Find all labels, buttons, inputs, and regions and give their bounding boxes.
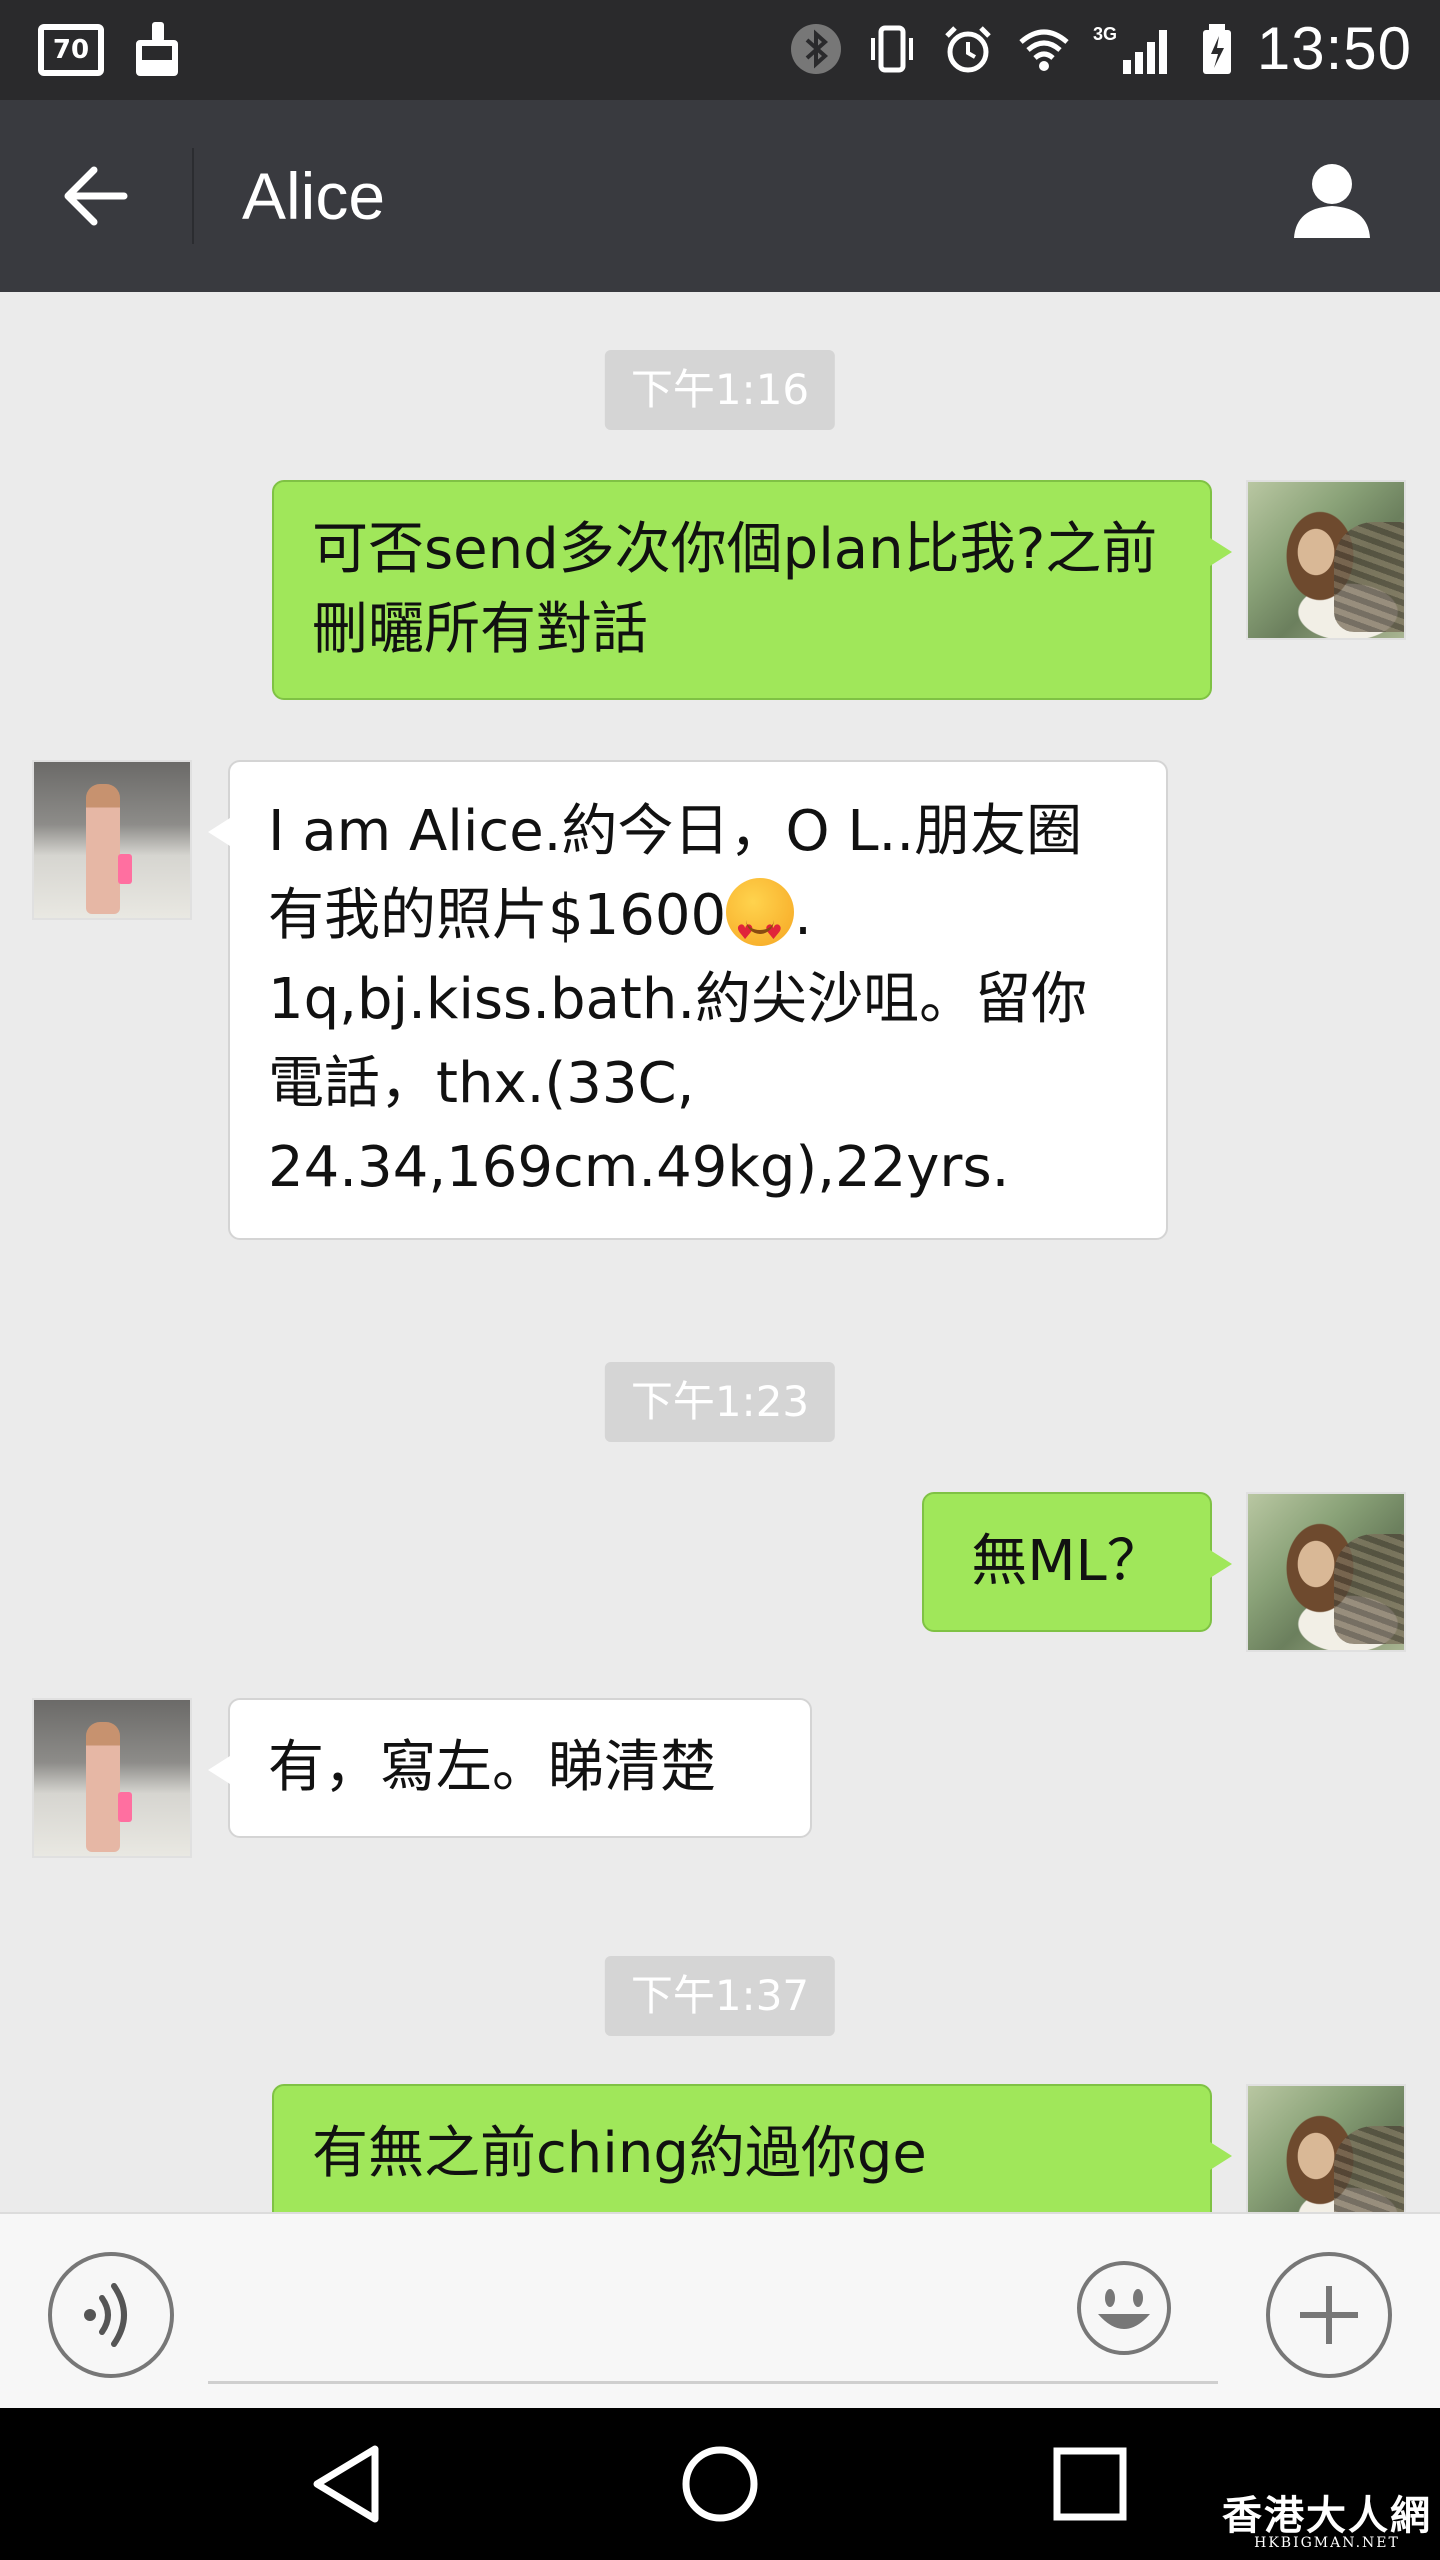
chat-info-button[interactable] <box>1284 150 1380 246</box>
chat-title: Alice <box>242 159 386 233</box>
battery-percent-badge: 70 <box>38 24 104 76</box>
vibrate-icon <box>865 22 919 76</box>
alarm-icon <box>941 22 995 76</box>
emoji-button[interactable] <box>1074 2258 1174 2358</box>
voice-wave-icon <box>84 2283 127 2347</box>
timestamp-chip: 下午1:37 <box>604 1956 836 2036</box>
watermark: 香港大人網 HKBIGMAN.NET <box>1222 2492 1432 2551</box>
my-avatar[interactable] <box>1246 2084 1406 2212</box>
message-text: I am Alice.約今日，O L..朋友圈有我的照片$1600 <box>268 799 1083 948</box>
contact-avatar[interactable] <box>32 1698 192 1858</box>
smiley-icon <box>1077 2261 1171 2355</box>
status-time: 13:50 <box>1256 15 1412 82</box>
message-text: 無ML？ <box>971 1529 1163 1594</box>
voice-input-button[interactable] <box>48 2252 174 2378</box>
timestamp-chip: 下午1:16 <box>604 350 836 430</box>
signal-3g-icon: 3G <box>1093 22 1177 76</box>
message-text: 有無之前ching約過你ge <box>312 2121 927 2186</box>
bluetooth-icon <box>789 22 843 76</box>
battery-charging-icon <box>1199 22 1235 76</box>
back-arrow-icon <box>64 166 128 226</box>
message-text: 可否send多次你個plan比我?之前刪曬所有對話 <box>312 517 1158 662</box>
status-bar: 70 3G 13:50 <box>0 0 1440 100</box>
timestamp-chip: 下午1:23 <box>604 1362 836 1442</box>
message-list[interactable]: 下午1:16 可否send多次你個plan比我?之前刪曬所有對話 I am Al… <box>0 292 1440 2212</box>
nav-home-button[interactable] <box>670 2434 770 2534</box>
cleaner-icon <box>134 22 180 78</box>
plus-icon <box>1300 2286 1358 2344</box>
circle-home-icon <box>682 2446 758 2522</box>
chat-header: Alice <box>0 100 1440 292</box>
nav-recents-button[interactable] <box>1040 2434 1140 2534</box>
my-avatar[interactable] <box>1246 1492 1406 1652</box>
outgoing-message[interactable]: 無ML？ <box>922 1492 1232 1632</box>
square-recents-icon <box>1053 2447 1127 2521</box>
message-text: 有，寫左。睇清楚 <box>268 1735 716 1800</box>
network-label: 3G <box>1093 24 1117 44</box>
system-nav-bar: 香港大人網 HKBIGMAN.NET <box>0 2408 1440 2560</box>
nav-back-button[interactable] <box>300 2434 400 2534</box>
contact-avatar[interactable] <box>32 760 192 920</box>
composer-bar <box>0 2212 1440 2408</box>
message-input[interactable] <box>208 2254 1218 2384</box>
my-avatar[interactable] <box>1246 480 1406 640</box>
back-button[interactable] <box>48 148 144 244</box>
outgoing-message[interactable]: 可否send多次你個plan比我?之前刪曬所有對話 <box>272 480 1232 700</box>
wifi-icon <box>1017 22 1071 76</box>
watermark-title: 香港大人網 <box>1222 2492 1432 2539</box>
outgoing-message[interactable]: 有無之前ching約過你ge <box>272 2084 1232 2212</box>
incoming-message[interactable]: 有，寫左。睇清楚 <box>208 1698 812 1838</box>
triangle-back-icon <box>313 2445 379 2523</box>
more-options-button[interactable] <box>1266 2252 1392 2378</box>
person-icon <box>1294 164 1370 238</box>
header-divider <box>192 148 194 244</box>
heart-eyes-emoji-icon <box>726 878 795 974</box>
incoming-message[interactable]: I am Alice.約今日，O L..朋友圈有我的照片$1600. 1q,bj… <box>208 760 1168 1240</box>
